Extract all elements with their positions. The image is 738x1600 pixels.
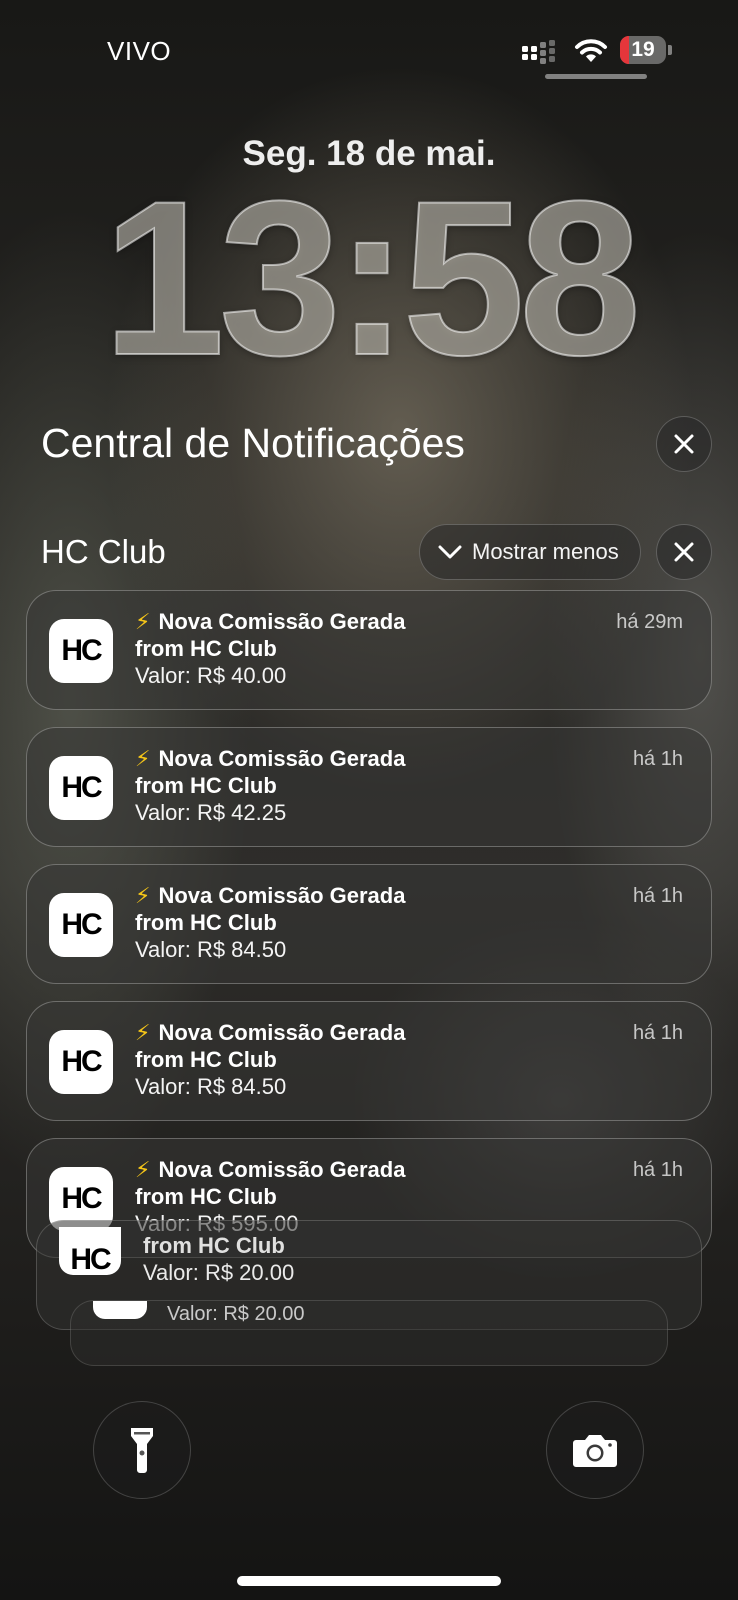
group-app-name: HC Club [41,533,166,570]
notification-body: Valor: R$ 84.50 [135,1074,287,1099]
flashlight-icon [131,1428,153,1473]
wifi-icon [574,38,608,64]
show-less-button[interactable]: Mostrar menos [419,524,641,580]
hc-club-app-icon: HC [49,756,113,820]
lightning-emoji: ⚡ [135,1020,151,1045]
notification-card[interactable]: HC ⚡Nova Comissão Geradafrom HC ClubValor… [26,590,712,710]
battery-level: 19 [631,38,655,61]
notification-time: há 1h [632,1159,683,1181]
lockscreen-clock: 13:58 [102,155,643,401]
notification-subtitle: from HC Club [135,773,277,798]
notification-subtitle: from HC Club [135,636,277,661]
hc-club-app-icon: HC [49,1030,113,1094]
notification-title: ⚡ Nova Comissão Gerada [135,883,406,908]
flashlight-button[interactable] [93,1401,191,1499]
notification-subtitle: from HC Club [143,1233,285,1258]
camera-icon [573,1435,617,1467]
close-icon [674,434,694,454]
camera-button[interactable] [546,1401,644,1499]
show-less-label: Mostrar menos [472,539,619,564]
notification-body: Valor: R$ 84.50 [135,937,287,962]
notification-subtitle: from HC Club [135,1184,277,1209]
hc-club-app-icon [93,1301,147,1319]
notification-time: há 1h [632,1022,683,1044]
notification-body: Valor: R$ 20.00 [143,1260,295,1285]
notification-title: ⚡ Nova Comissão Gerada [135,1157,406,1182]
notification-time: há 1h [632,748,683,770]
notification-subtitle: from HC Club [135,1047,277,1072]
battery-indicator: 19 [620,36,672,64]
home-indicator[interactable] [237,1576,501,1586]
lightning-emoji: ⚡ [135,609,151,634]
lightning-emoji: ⚡ [135,746,151,771]
notification-time: há 29m [616,611,683,633]
notification-body: Valor: R$ 42.25 [135,800,287,825]
lightning-emoji: ⚡ [135,883,151,908]
close-icon [674,542,694,562]
lightning-emoji: ⚡ [135,1157,151,1182]
carrier-name: VIVO [107,36,172,66]
notification-body: Valor: R$ 20.00 [167,1303,305,1325]
notification-body: Valor: R$ 40.00 [135,663,287,688]
notification-subtitle: from HC Club [135,910,277,935]
notification-time: há 1h [632,885,683,907]
clear-all-button[interactable] [656,416,712,472]
hc-club-app-icon: HC [49,893,113,957]
stacked-notification[interactable]: Valor: R$ 20.00 [70,1300,668,1366]
clear-group-button[interactable] [656,524,712,580]
hc-club-app-icon: HC [49,619,113,683]
notification-title: ⚡ Nova Comissão Gerada [135,609,406,634]
cellular-signal-icon [522,40,562,64]
notification-title: ⚡ Nova Comissão Gerada [135,746,406,771]
hc-club-app-icon: HC [59,1227,121,1275]
control-center-grabber[interactable] [545,74,647,79]
notification-title: ⚡ Nova Comissão Gerada [135,1020,406,1045]
notification-card[interactable]: HC ⚡Nova Comissão Geradafrom HC ClubValor… [26,864,712,984]
notification-card[interactable]: HC ⚡Nova Comissão Geradafrom HC ClubValor… [26,727,712,847]
notification-center-title: Central de Notificações [41,420,465,466]
chevron-down-icon [438,545,462,559]
notification-card[interactable]: HC ⚡Nova Comissão Geradafrom HC ClubValor… [26,1001,712,1121]
